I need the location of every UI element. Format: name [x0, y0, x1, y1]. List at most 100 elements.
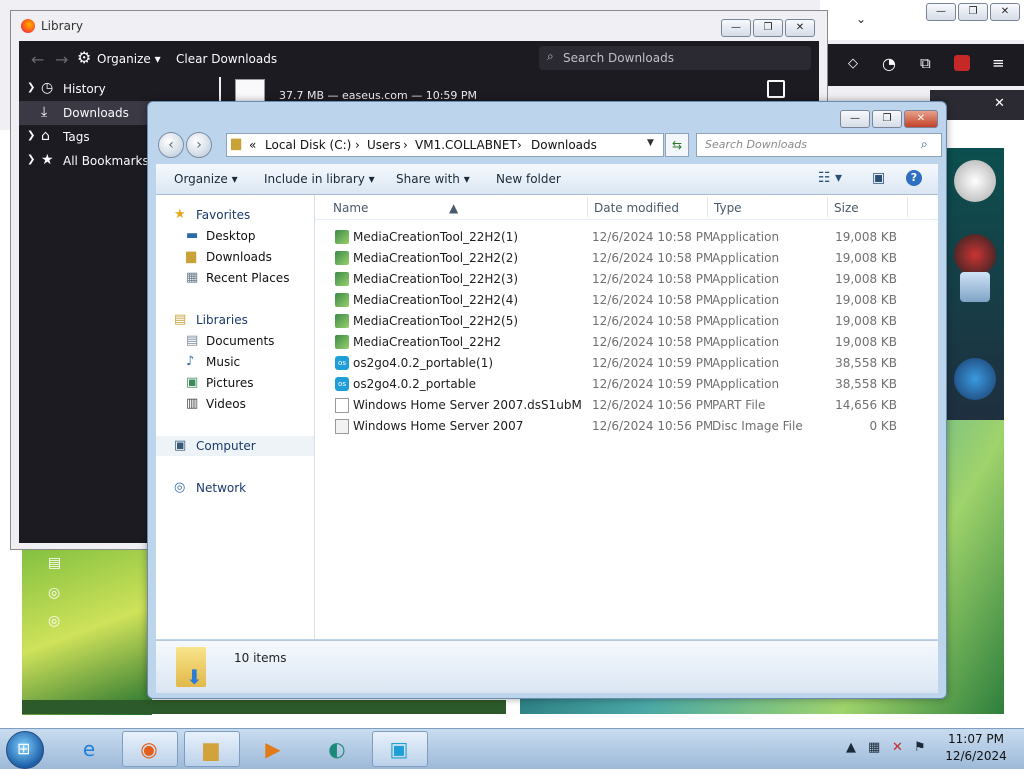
- table-row[interactable]: os os2go4.0.2_portable(1) 12/6/2024 10:59 …: [315, 353, 938, 374]
- system-clock[interactable]: 11:07 PM 12/6/2024: [935, 731, 1017, 765]
- column-date-modified[interactable]: Date modified: [594, 201, 679, 215]
- back-button[interactable]: ‹: [158, 132, 184, 158]
- include-in-library-button[interactable]: Include in library ▾: [264, 172, 375, 186]
- breadcrumb-separator-icon[interactable]: ›: [403, 138, 408, 152]
- breadcrumb-user-folder[interactable]: VM1.COLLABNET: [415, 138, 517, 152]
- refresh-button[interactable]: ⇆: [665, 133, 689, 157]
- taskbar-file-explorer[interactable]: ▆: [184, 731, 240, 767]
- breadcrumb-overflow[interactable]: «: [249, 138, 256, 152]
- nav-libraries[interactable]: ▤ Libraries: [156, 310, 314, 330]
- explorer-minimize-button[interactable]: —: [840, 110, 870, 128]
- column-type[interactable]: Type: [714, 201, 742, 215]
- tray-expand-icon[interactable]: ▲: [846, 740, 856, 755]
- menu-icon[interactable]: ≡: [992, 54, 1005, 72]
- help-icon[interactable]: ?: [906, 170, 922, 186]
- gear-icon[interactable]: ⚙: [77, 48, 91, 67]
- file-name: Windows Home Server 2007.dsS1ubMq.is...: [353, 398, 581, 412]
- library-restore-button[interactable]: ❐: [753, 19, 783, 37]
- desktop-network-icon[interactable]: ◎: [48, 585, 64, 601]
- table-row[interactable]: MediaCreationTool_22H2(3) 12/6/2024 10:58…: [315, 269, 938, 290]
- column-name[interactable]: Name: [333, 201, 368, 215]
- extensions-icon[interactable]: ⧉: [920, 54, 931, 72]
- sync-icon[interactable]: ◔: [882, 54, 896, 73]
- cpu-gadget-icon[interactable]: [954, 234, 996, 276]
- nav-videos[interactable]: ▥ Videos: [156, 394, 314, 414]
- chevron-right-icon[interactable]: ❯: [27, 82, 35, 93]
- notification-close-icon[interactable]: ✕: [994, 96, 1005, 111]
- library-minimize-button[interactable]: —: [721, 19, 751, 37]
- recycle-bin-icon[interactable]: [960, 272, 990, 302]
- clear-downloads-button[interactable]: Clear Downloads: [176, 52, 277, 66]
- new-folder-button[interactable]: New folder: [496, 172, 561, 186]
- library-close-button[interactable]: ✕: [785, 19, 815, 37]
- chevron-right-icon[interactable]: ❯: [27, 154, 35, 165]
- back-arrow-icon[interactable]: ←: [31, 50, 44, 69]
- view-options-icon[interactable]: ☷ ▾: [818, 170, 842, 186]
- forward-arrow-icon[interactable]: →: [55, 50, 68, 69]
- column-separator[interactable]: [827, 197, 828, 217]
- table-row[interactable]: MediaCreationTool_22H2(4) 12/6/2024 10:58…: [315, 290, 938, 311]
- breadcrumb-downloads[interactable]: Downloads: [531, 138, 597, 152]
- start-button[interactable]: ⊞: [6, 731, 44, 769]
- chevron-right-icon[interactable]: ❯: [27, 130, 35, 141]
- table-row[interactable]: Windows Home Server 2007 12/6/2024 10:56 …: [315, 416, 938, 437]
- column-separator[interactable]: [587, 197, 588, 217]
- volume-muted-icon[interactable]: ✕: [892, 740, 903, 755]
- taskbar-os2go[interactable]: ▣: [372, 731, 428, 767]
- library-organize-button[interactable]: Organize ▾: [97, 52, 161, 66]
- taskbar-media-player[interactable]: ▶: [246, 731, 302, 767]
- browser-restore-button[interactable]: ❐: [958, 3, 988, 21]
- desktop-file-icon[interactable]: ▤: [48, 555, 64, 571]
- explorer-search-input[interactable]: Search Downloads ⌕: [696, 133, 942, 157]
- search-icon[interactable]: ⌕: [921, 137, 928, 152]
- network-tray-icon[interactable]: ▦: [868, 740, 880, 755]
- chevron-down-icon[interactable]: ⌄: [856, 12, 866, 26]
- nav-pictures[interactable]: ▣ Pictures: [156, 373, 314, 393]
- library-titlebar[interactable]: Library — ❐ ✕: [11, 11, 827, 41]
- column-separator[interactable]: [907, 197, 908, 217]
- file-name: MediaCreationTool_22H2(2): [353, 251, 519, 265]
- explorer-maximize-button[interactable]: ❐: [872, 110, 902, 128]
- nav-documents[interactable]: ▤ Documents: [156, 331, 314, 351]
- pocket-icon[interactable]: ◇: [848, 56, 858, 71]
- explorer-close-button[interactable]: ✕: [904, 110, 938, 128]
- browser-minimize-button[interactable]: —: [926, 3, 956, 21]
- nav-network[interactable]: ◎ Network: [156, 478, 314, 498]
- preview-pane-icon[interactable]: ▣: [872, 170, 885, 186]
- address-bar[interactable]: ▆ « Local Disk (C:) › Users › VM1.COLLAB…: [226, 133, 664, 157]
- sidebar-item-history[interactable]: ❯ ◷ History: [19, 77, 219, 101]
- breadcrumb-local-disk[interactable]: Local Disk (C:): [265, 138, 351, 152]
- breadcrumb-users[interactable]: Users: [367, 138, 401, 152]
- taskbar-firefox[interactable]: ◉: [122, 731, 178, 767]
- breadcrumb-separator-icon[interactable]: ›: [517, 138, 522, 152]
- library-search-input[interactable]: ⌕ Search Downloads: [539, 46, 811, 70]
- column-size[interactable]: Size: [834, 201, 859, 215]
- action-center-icon[interactable]: ⚑: [914, 740, 926, 755]
- browser-close-button[interactable]: ✕: [990, 3, 1020, 21]
- desktop-network-icon[interactable]: ◎: [48, 613, 64, 629]
- breadcrumb-separator-icon[interactable]: ›: [355, 138, 360, 152]
- table-row[interactable]: MediaCreationTool_22H2(5) 12/6/2024 10:58…: [315, 311, 938, 332]
- table-row[interactable]: MediaCreationTool_22H2 12/6/2024 10:58 PM…: [315, 332, 938, 353]
- nav-desktop[interactable]: ▬ Desktop: [156, 226, 314, 246]
- table-row[interactable]: MediaCreationTool_22H2(2) 12/6/2024 10:58…: [315, 248, 938, 269]
- nav-downloads[interactable]: ▆ Downloads: [156, 247, 314, 267]
- address-dropdown-icon[interactable]: ▼: [647, 138, 654, 148]
- nav-computer[interactable]: ▣ Computer: [156, 436, 314, 456]
- nav-music[interactable]: ♪ Music: [156, 352, 314, 372]
- taskbar-browser[interactable]: ◐: [310, 731, 366, 767]
- table-row[interactable]: MediaCreationTool_22H2(1) 12/6/2024 10:58…: [315, 227, 938, 248]
- media-gadget-icon[interactable]: [954, 358, 996, 400]
- forward-button[interactable]: ›: [186, 132, 212, 158]
- organize-button[interactable]: Organize ▾: [174, 172, 238, 186]
- nav-recent-places[interactable]: ▦ Recent Places: [156, 268, 314, 288]
- taskbar-internet-explorer[interactable]: e: [62, 731, 118, 767]
- column-separator[interactable]: [707, 197, 708, 217]
- table-row[interactable]: Windows Home Server 2007.dsS1ubMq.is... 1…: [315, 395, 938, 416]
- ublock-icon[interactable]: [954, 55, 970, 71]
- open-folder-icon[interactable]: [767, 80, 785, 98]
- nav-favorites[interactable]: ★ Favorites: [156, 205, 314, 225]
- table-row[interactable]: os os2go4.0.2_portable 12/6/2024 10:59 PM A…: [315, 374, 938, 395]
- share-with-button[interactable]: Share with ▾: [396, 172, 470, 186]
- clock-gadget-icon[interactable]: [954, 160, 996, 202]
